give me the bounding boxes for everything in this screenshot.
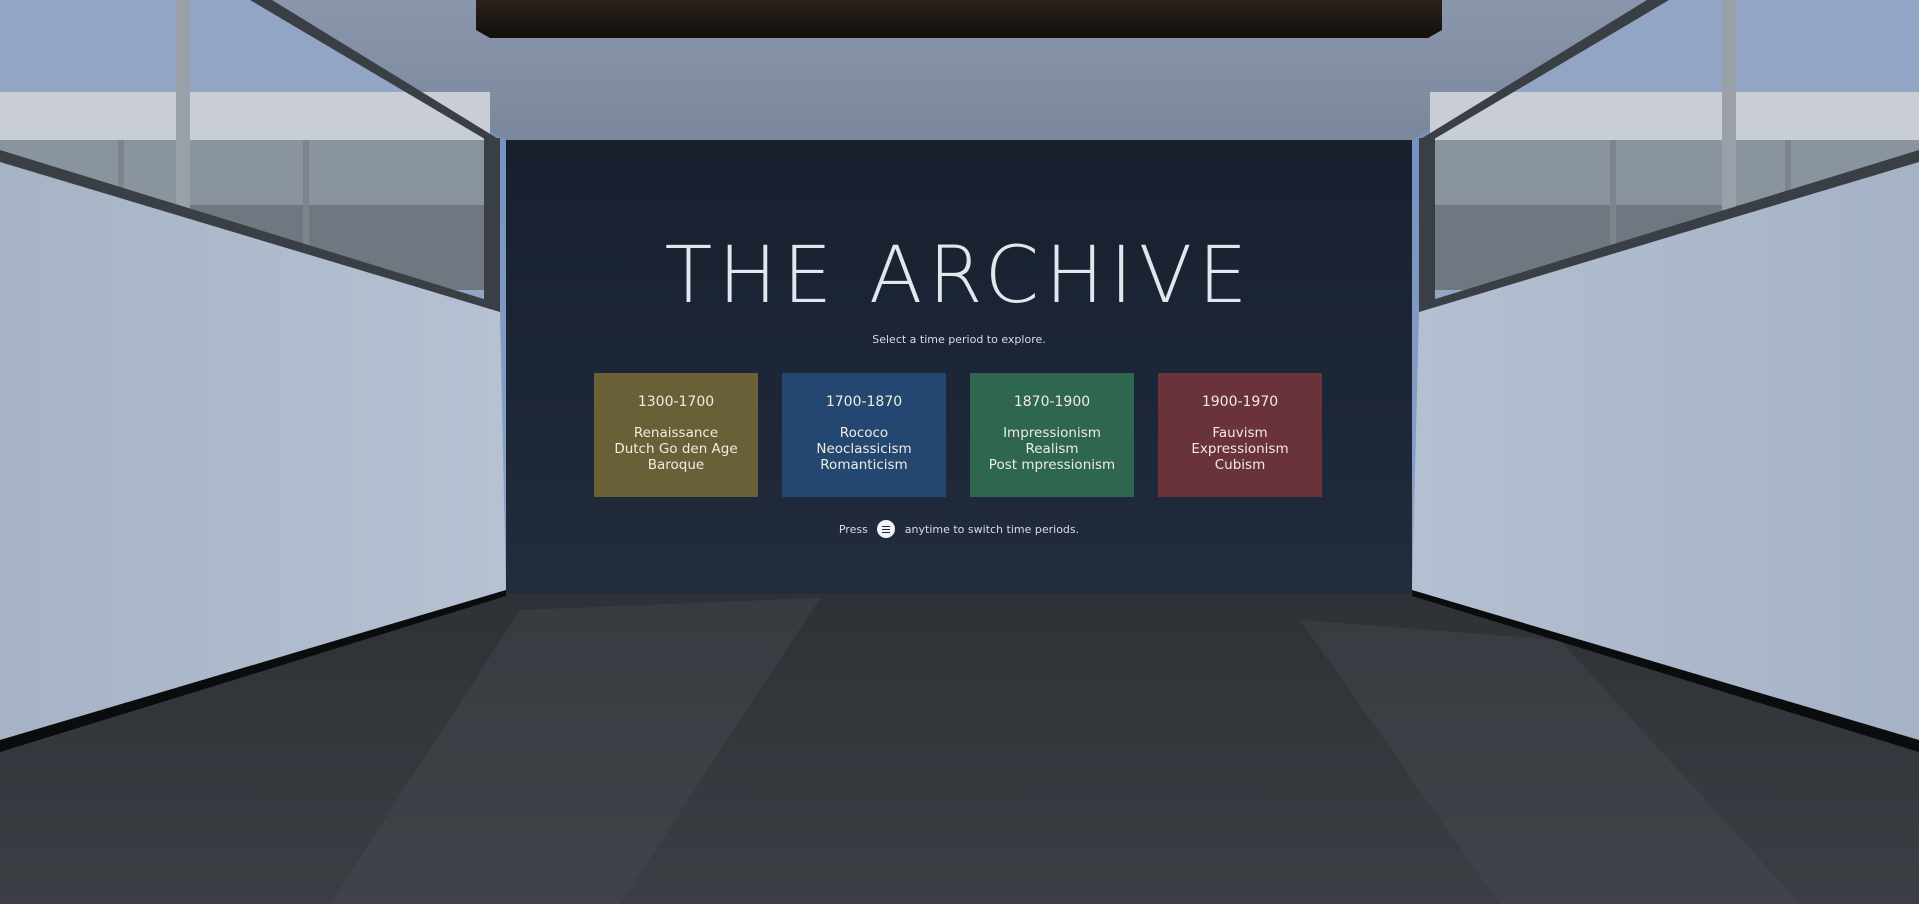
style-label: Expressionism [1191,441,1289,457]
style-label: Rococo [839,425,889,441]
style-label: Impressionism [1003,425,1101,441]
hint-instruction-label: anytime to switch time periods. [904,523,1080,536]
period-card-1900-1970[interactable]: 1900-1970 Fauvism Expressionism Cubism [1158,373,1322,497]
style-label: Baroque [647,457,705,473]
period-styles: Renaissance Dutch Go den Age Baroque [594,425,758,473]
period-styles: Impressionism Realism Post mpressionism [970,425,1134,473]
switch-period-hint: Press anytime to switch time periods. [506,520,1412,539]
archive-panel: THE ARCHIVE Select a time period to expl… [506,140,1412,594]
style-label: Romanticism [820,457,908,473]
period-range: 1300-1700 [637,394,715,410]
style-label: Dutch Go den Age [614,441,738,457]
page-title: THE ARCHIVE [664,231,1254,321]
style-label: Cubism [1214,457,1266,473]
period-card-1300-1700[interactable]: 1300-1700 Renaissance Dutch Go den Age B… [594,373,758,497]
style-label: Realism [1025,441,1079,457]
period-range: 1870-1900 [1013,394,1091,410]
style-label: Neoclassicism [816,441,912,457]
period-card-1870-1900[interactable]: 1870-1900 Impressionism Realism Post mpr… [970,373,1134,497]
style-label: Fauvism [1212,425,1268,441]
menu-icon [877,520,896,538]
style-label: Post mpressionism [988,457,1116,473]
period-range: 1900-1970 [1201,394,1279,410]
period-styles: Fauvism Expressionism Cubism [1158,425,1322,473]
style-label: Renaissance [633,425,719,441]
period-styles: Rococo Neoclassicism Romanticism [782,425,946,473]
hint-press-label: Press [838,523,868,536]
period-cards: 1300-1700 Renaissance Dutch Go den Age B… [594,373,1324,497]
period-range: 1700-1870 [825,394,903,410]
period-card-1700-1870[interactable]: 1700-1870 Rococo Neoclassicism Romantici… [782,373,946,497]
subtitle: Select a time period to explore. [872,333,1046,346]
